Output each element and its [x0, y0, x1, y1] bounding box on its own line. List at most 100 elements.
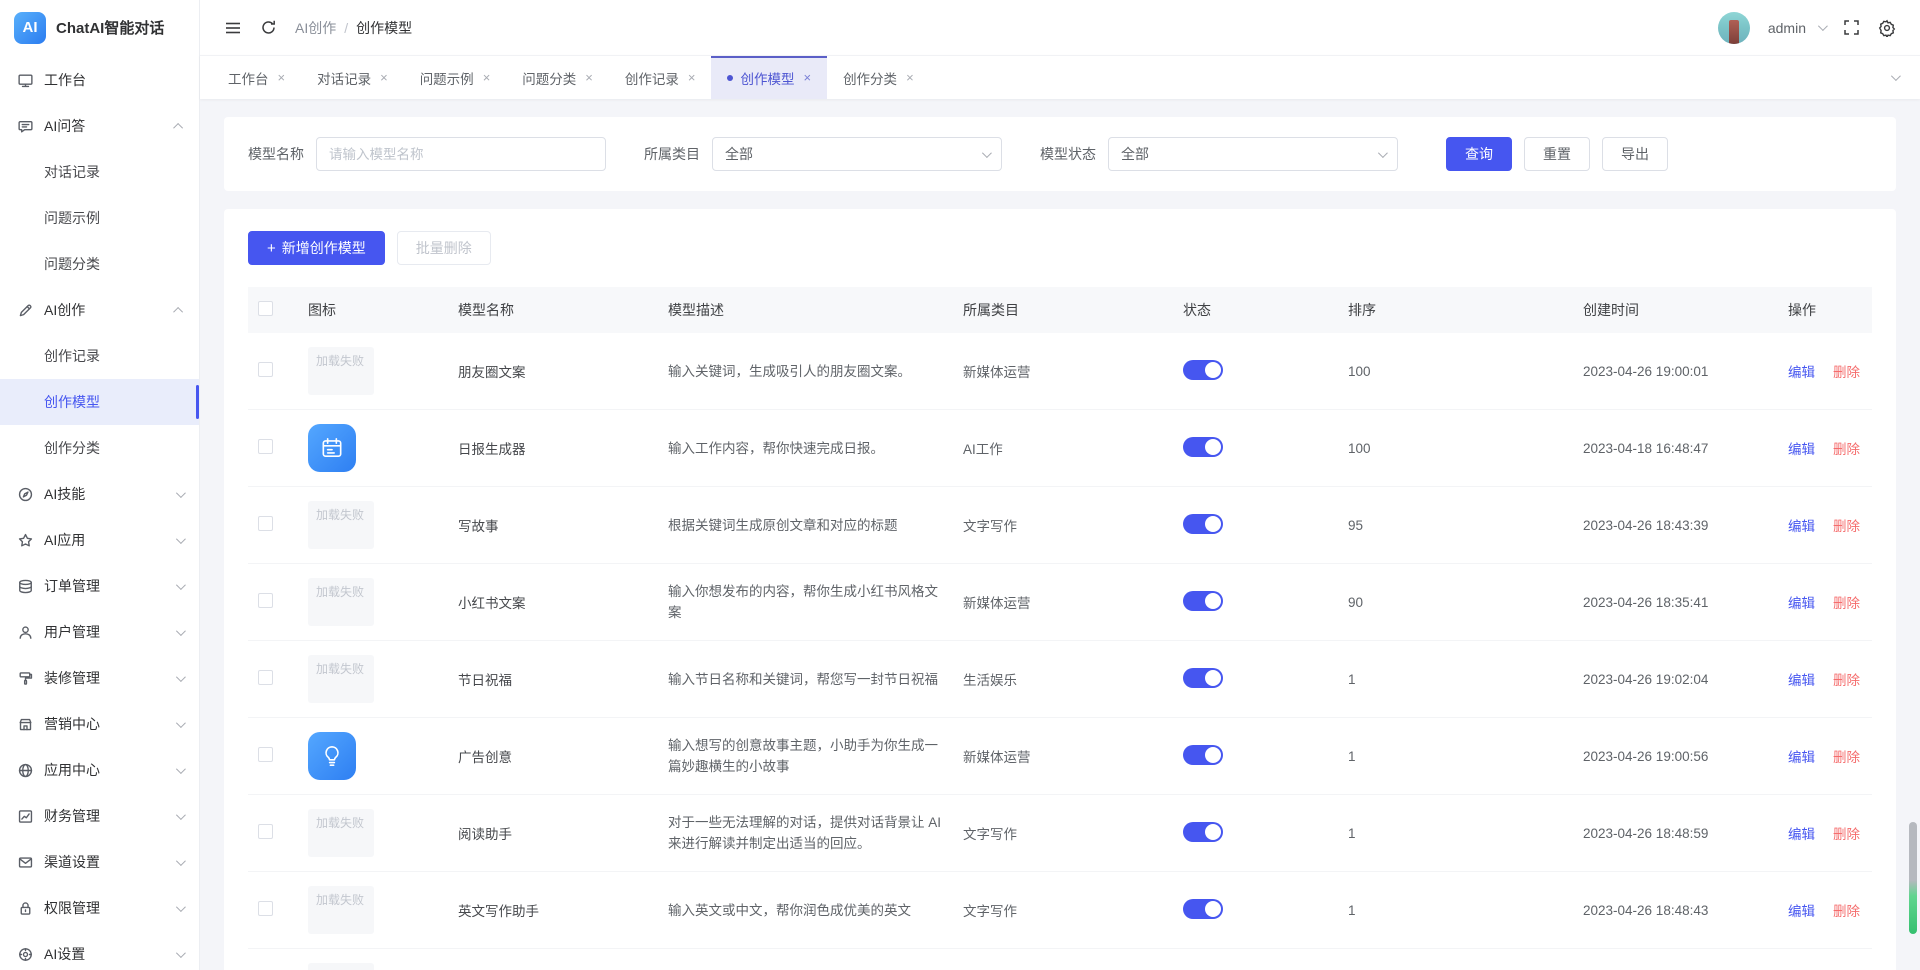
reset-button[interactable]: 重置 — [1524, 137, 1590, 171]
edit-link[interactable]: 编辑 — [1788, 673, 1815, 688]
sidebar-item-finance-mgmt[interactable]: 财务管理 — [0, 793, 199, 839]
sidebar-item-order-mgmt[interactable]: 订单管理 — [0, 563, 199, 609]
user-menu[interactable]: admin — [1768, 20, 1825, 36]
sidebar-item-channel-settings[interactable]: 渠道设置 — [0, 839, 199, 885]
edit-link[interactable]: 编辑 — [1788, 904, 1815, 919]
select-all-checkbox[interactable] — [258, 301, 273, 316]
edit-link[interactable]: 编辑 — [1788, 827, 1815, 842]
tab-3[interactable]: 问题示例 × — [404, 56, 507, 99]
delete-link[interactable]: 删除 — [1833, 904, 1860, 919]
status-toggle-on[interactable] — [1183, 822, 1223, 842]
edit-link[interactable]: 编辑 — [1788, 365, 1815, 380]
sidebar-item-marketing-center[interactable]: 营销中心 — [0, 701, 199, 747]
row-checkbox[interactable] — [258, 901, 273, 916]
user-avatar[interactable] — [1718, 12, 1750, 44]
sidebar-item-chat-records[interactable]: 对话记录 — [0, 149, 199, 195]
sort-value: 100 — [1338, 410, 1573, 487]
tab-close-icon[interactable]: × — [380, 70, 388, 85]
tab-label: 问题示例 — [420, 68, 474, 88]
tab-label: 创作分类 — [843, 68, 897, 88]
tab-close-icon[interactable]: × — [803, 70, 811, 85]
row-checkbox[interactable] — [258, 593, 273, 608]
tab-close-icon[interactable]: × — [585, 70, 593, 85]
status-toggle-on[interactable] — [1183, 591, 1223, 611]
sidebar-item-creation-records[interactable]: 创作记录 — [0, 333, 199, 379]
sidebar-item-question-categories[interactable]: 问题分类 — [0, 241, 199, 287]
sidebar-item-label: AI技能 — [44, 484, 170, 504]
search-button[interactable]: 查询 — [1446, 137, 1512, 171]
refresh-icon[interactable] — [260, 19, 277, 36]
status-toggle-on[interactable] — [1183, 514, 1223, 534]
tab-6[interactable]: 创作模型 × — [711, 56, 827, 99]
row-checkbox[interactable] — [258, 516, 273, 531]
delete-link[interactable]: 删除 — [1833, 673, 1860, 688]
fullscreen-icon[interactable] — [1843, 19, 1860, 36]
tab-list-dropdown[interactable] — [1863, 56, 1920, 99]
batch-delete-button[interactable]: 批量删除 — [397, 231, 491, 265]
row-checkbox[interactable] — [258, 670, 273, 685]
edit-link[interactable]: 编辑 — [1788, 442, 1815, 457]
sidebar-item-creation-categories[interactable]: 创作分类 — [0, 425, 199, 471]
tab-1[interactable]: 工作台× — [212, 56, 301, 99]
sidebar-item-user-mgmt[interactable]: 用户管理 — [0, 609, 199, 655]
sidebar-item-workbench[interactable]: 工作台 — [0, 57, 199, 103]
edit-link[interactable]: 编辑 — [1788, 596, 1815, 611]
chevron-up-icon — [173, 122, 183, 132]
col-created: 创建时间 — [1573, 287, 1778, 333]
mail-icon — [16, 853, 34, 871]
tab-close-icon[interactable]: × — [688, 70, 696, 85]
status-select[interactable]: 全部 — [1108, 137, 1398, 171]
sidebar-item-label: 用户管理 — [44, 622, 170, 642]
delete-link[interactable]: 删除 — [1833, 750, 1860, 765]
status-toggle-on[interactable] — [1183, 437, 1223, 457]
breadcrumb-section[interactable]: AI创作 — [295, 18, 336, 38]
page-scrollbar-thumb[interactable] — [1909, 822, 1917, 934]
edit-link[interactable]: 编辑 — [1788, 519, 1815, 534]
sidebar-item-ai-qa[interactable]: AI问答 — [0, 103, 199, 149]
tab-label: 创作模型 — [740, 68, 794, 88]
tab-5[interactable]: 创作记录× — [609, 56, 712, 99]
sidebar-item-ai-apps[interactable]: AI应用 — [0, 517, 199, 563]
sidebar-item-ai-settings[interactable]: AI设置 — [0, 931, 199, 970]
model-description: 输入你想发布的内容，帮你生成小红书风格文案 — [658, 564, 953, 641]
table-header-row: 图标 模型名称 模型描述 所属类目 状态 排序 创建时间 操作 — [248, 287, 1872, 333]
model-name-input[interactable] — [316, 137, 606, 171]
row-checkbox[interactable] — [258, 439, 273, 454]
status-toggle-on[interactable] — [1183, 899, 1223, 919]
sidebar-item-question-examples[interactable]: 问题示例 — [0, 195, 199, 241]
export-button[interactable]: 导出 — [1602, 137, 1668, 171]
delete-link[interactable]: 删除 — [1833, 519, 1860, 534]
tab-close-icon[interactable]: × — [906, 70, 914, 85]
sidebar-item-decor-mgmt[interactable]: 装修管理 — [0, 655, 199, 701]
chat-icon — [16, 117, 34, 135]
delete-link[interactable]: 删除 — [1833, 365, 1860, 380]
delete-link[interactable]: 删除 — [1833, 442, 1860, 457]
status-toggle-on[interactable] — [1183, 745, 1223, 765]
row-checkbox[interactable] — [258, 824, 273, 839]
tab-close-icon[interactable]: × — [278, 70, 286, 85]
tab-4[interactable]: 问题分类× — [506, 56, 609, 99]
row-checkbox[interactable] — [258, 747, 273, 762]
settings-gear-icon[interactable] — [1878, 19, 1896, 37]
delete-link[interactable]: 删除 — [1833, 827, 1860, 842]
sidebar-item-creation-models[interactable]: 创作模型 — [0, 379, 199, 425]
row-checkbox[interactable] — [258, 362, 273, 377]
sidebar-item-app-center[interactable]: 应用中心 — [0, 747, 199, 793]
sidebar-item-permission-mgmt[interactable]: 权限管理 — [0, 885, 199, 931]
sidebar-item-label: 渠道设置 — [44, 852, 170, 872]
status-toggle-on[interactable] — [1183, 360, 1223, 380]
status-toggle-on[interactable] — [1183, 668, 1223, 688]
tab-close-icon[interactable]: × — [483, 70, 491, 85]
delete-link[interactable]: 删除 — [1833, 596, 1860, 611]
table-row: 加载失败阅读助手对于一些无法理解的对话，提供对话背景让 AI 来进行解读并制定出… — [248, 795, 1872, 872]
hamburger-menu-icon[interactable] — [224, 19, 242, 37]
chevron-down-icon — [176, 534, 186, 544]
tab-7[interactable]: 创作分类 × — [827, 56, 930, 99]
sort-value: 1 — [1338, 872, 1573, 949]
sidebar-item-ai-skills[interactable]: AI技能 — [0, 471, 199, 517]
category-select[interactable]: 全部 — [712, 137, 1002, 171]
edit-link[interactable]: 编辑 — [1788, 750, 1815, 765]
add-model-button[interactable]: +新增创作模型 — [248, 231, 385, 265]
sidebar-item-ai-create[interactable]: AI创作 — [0, 287, 199, 333]
tab-2[interactable]: 对话记录× — [301, 56, 404, 99]
